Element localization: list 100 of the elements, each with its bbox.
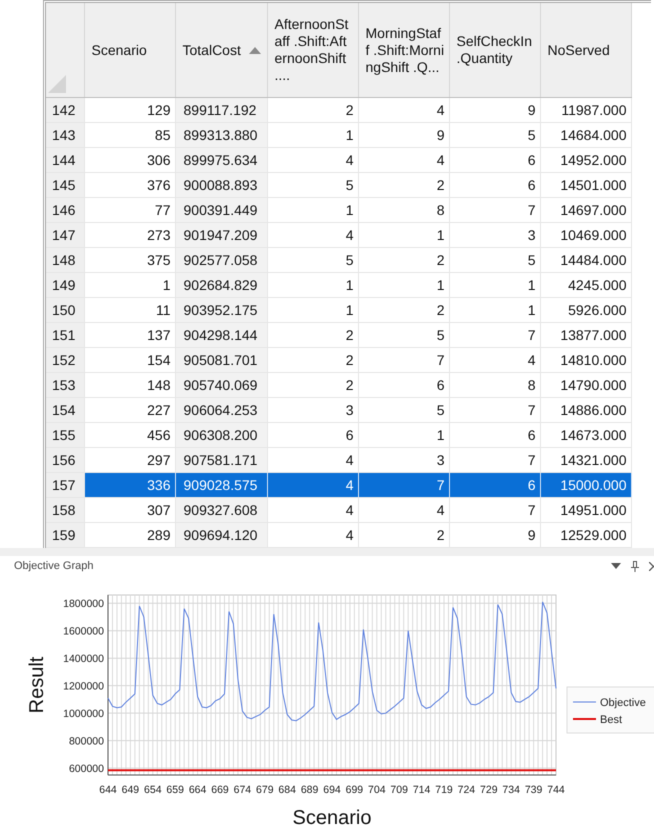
pin-icon[interactable] <box>631 560 639 572</box>
table-cell: 306 <box>84 148 175 172</box>
x-tick-label: 674 <box>234 784 252 796</box>
table-cell: 2 <box>358 248 449 272</box>
close-icon[interactable] <box>649 562 654 570</box>
table-cell: 1 <box>358 272 449 298</box>
table-cell: 6 <box>449 472 540 498</box>
table-cell: 11987.000 <box>540 98 631 122</box>
y-tick-label: 800000 <box>68 736 104 748</box>
table-cell: 4 <box>267 498 358 522</box>
table-cell: 1 <box>449 298 540 322</box>
table-cell: 5 <box>358 322 449 348</box>
column-header[interactable]: TotalCost <box>175 3 267 98</box>
table-cell: 14697.000 <box>540 198 631 222</box>
table-cell: 273 <box>84 222 175 248</box>
row-header[interactable]: 145 <box>46 172 84 198</box>
row-header[interactable]: 142 <box>46 98 84 122</box>
x-tick-label: 704 <box>368 784 386 796</box>
table-cell: 1 <box>358 222 449 248</box>
row-header[interactable]: 159 <box>46 522 84 548</box>
row-header[interactable]: 156 <box>46 448 84 472</box>
x-tick-label: 659 <box>166 784 184 796</box>
x-tick-label: 724 <box>458 784 476 796</box>
table-cell: 5 <box>358 398 449 422</box>
table-cell: 148 <box>84 372 175 398</box>
dropdown-icon[interactable] <box>611 563 621 569</box>
row-header[interactable]: 151 <box>46 322 84 348</box>
table-cell: 909327.608 <box>175 498 267 522</box>
x-tick-label: 689 <box>300 784 318 796</box>
x-tick-label: 669 <box>211 784 229 796</box>
table-cell: 137 <box>84 322 175 348</box>
y-tick-label: 1600000 <box>63 626 104 638</box>
row-header[interactable]: 149 <box>46 272 84 298</box>
table-cell: 1 <box>267 272 358 298</box>
y-tick-label: 1200000 <box>63 680 104 693</box>
table-cell: 15000.000 <box>540 472 631 498</box>
table-cell: 5 <box>449 122 540 148</box>
row-header[interactable]: 143 <box>46 122 84 148</box>
column-header[interactable]: SelfCheckIn .Quantity <box>449 3 540 98</box>
row-header[interactable]: 150 <box>46 298 84 322</box>
table-cell: 5926.000 <box>540 298 631 322</box>
table-cell: 900088.893 <box>175 172 267 198</box>
table-cell: 7 <box>449 398 540 422</box>
x-tick-label: 719 <box>435 784 453 796</box>
row-header[interactable]: 144 <box>46 148 84 172</box>
row-header[interactable]: 157 <box>46 472 84 498</box>
table-cell: 899313.880 <box>175 122 267 148</box>
table-cell: 1 <box>84 272 175 298</box>
table-cell: 1 <box>267 198 358 222</box>
table-cell: 4 <box>267 148 358 172</box>
x-tick-label: 694 <box>323 784 341 796</box>
table-cell: 2 <box>358 298 449 322</box>
x-tick-label: 744 <box>547 784 565 796</box>
y-axis-title: Result <box>26 656 48 714</box>
table-cell: 7 <box>449 198 540 222</box>
table-cell: 907581.171 <box>175 448 267 472</box>
legend-label: Objective <box>600 697 646 709</box>
table-cell: 9 <box>358 122 449 148</box>
table-cell: 5 <box>449 248 540 272</box>
table-cell: 1 <box>449 272 540 298</box>
table-cell: 10469.000 <box>540 222 631 248</box>
table-cell: 14673.000 <box>540 422 631 448</box>
table-cell: 909028.575 <box>175 472 267 498</box>
table-cell: 14790.000 <box>540 372 631 398</box>
table-cell: 85 <box>84 122 175 148</box>
x-tick-label: 644 <box>99 784 117 796</box>
table-cell: 6 <box>449 172 540 198</box>
column-header[interactable]: Scenario <box>84 3 175 98</box>
table-cell: 14951.000 <box>540 498 631 522</box>
y-tick-label: 600000 <box>68 763 104 776</box>
table-cell: 77 <box>84 198 175 222</box>
row-header[interactable]: 146 <box>46 198 84 222</box>
table-cell: 3 <box>267 398 358 422</box>
selected-row-highlight[interactable]: 157 336 909028.575 4 7 6 15000.000 <box>46 472 631 498</box>
column-header[interactable]: NoServed <box>540 3 631 98</box>
table-cell: 2 <box>267 372 358 398</box>
table-cell: 14952.000 <box>540 148 631 172</box>
row-header[interactable]: 152 <box>46 348 84 372</box>
row-header[interactable]: 158 <box>46 498 84 522</box>
table-cell: 900391.449 <box>175 198 267 222</box>
row-header[interactable]: 153 <box>46 372 84 398</box>
table-cell: 2 <box>267 98 358 122</box>
column-header[interactable]: AfternoonStaff .Shift:AfternoonShift .... <box>267 3 358 98</box>
table-cell: 2 <box>358 172 449 198</box>
table-cell: 8 <box>449 372 540 398</box>
table-cell: 13877.000 <box>540 322 631 348</box>
table-cell: 11 <box>84 298 175 322</box>
x-tick-label: 664 <box>188 784 206 796</box>
table-cell: 14484.000 <box>540 248 631 272</box>
table-cell: 906064.253 <box>175 398 267 422</box>
table-cell: 4 <box>358 98 449 122</box>
y-tick-label: 1400000 <box>63 653 104 666</box>
row-header[interactable]: 155 <box>46 422 84 448</box>
table-cell: 901947.209 <box>175 222 267 248</box>
x-tick-label: 714 <box>412 784 430 796</box>
row-header[interactable]: 154 <box>46 398 84 422</box>
column-header[interactable]: MorningStaff .Shift:MorningShift .Q... <box>358 3 449 98</box>
table-cell: 1 <box>267 122 358 148</box>
row-header[interactable]: 147 <box>46 222 84 248</box>
row-header[interactable]: 148 <box>46 248 84 272</box>
